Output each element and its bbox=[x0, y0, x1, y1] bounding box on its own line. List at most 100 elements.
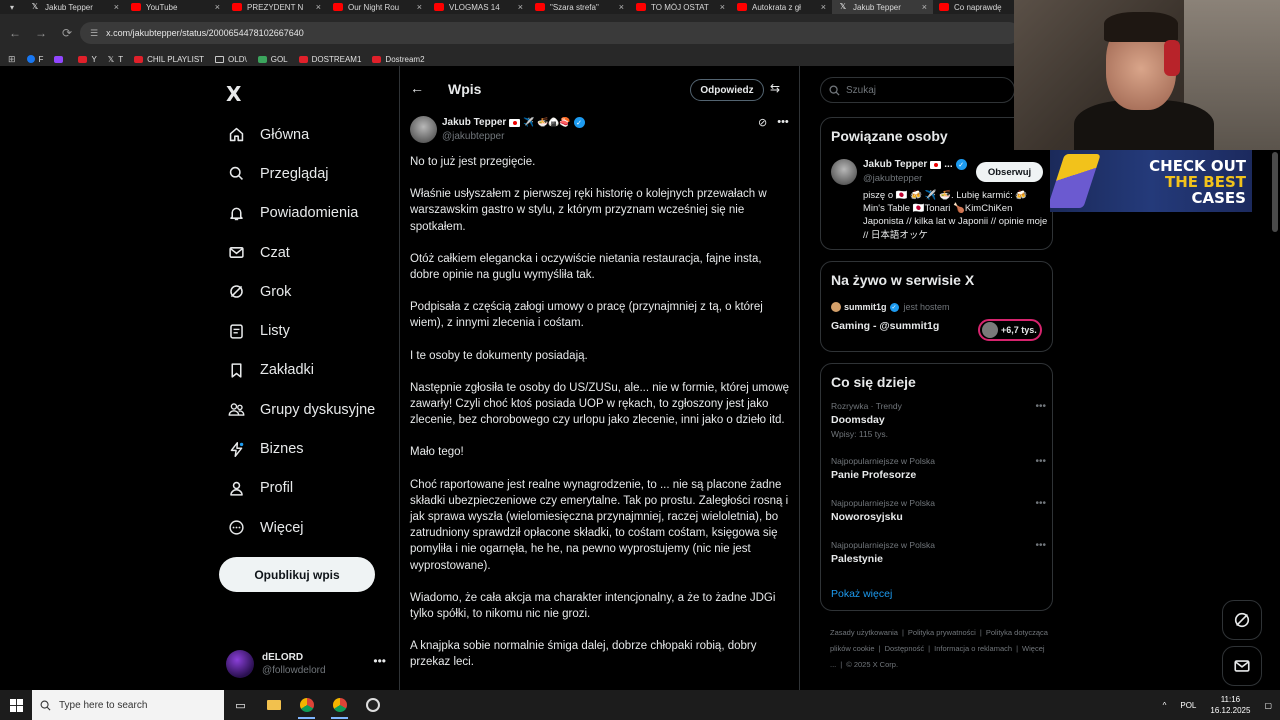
nav-item-11[interactable]: Więcej bbox=[220, 508, 395, 547]
nav-item-2[interactable]: Przeglądaj bbox=[220, 154, 395, 193]
apps-grid-icon[interactable]: ⊞ bbox=[8, 54, 16, 65]
more-dots-icon[interactable]: ••• bbox=[1035, 456, 1046, 467]
bookmark-item[interactable]: GOL bbox=[257, 55, 288, 64]
tab-close-icon[interactable]: × bbox=[518, 2, 523, 12]
more-dots-icon[interactable]: ••• bbox=[373, 654, 386, 668]
footer-link[interactable]: Zasady użytkowania bbox=[830, 628, 898, 637]
more-dots-icon[interactable]: ••• bbox=[1035, 540, 1046, 551]
tab-close-icon[interactable]: × bbox=[619, 2, 624, 12]
forward-arrow-icon[interactable]: → bbox=[30, 26, 52, 40]
publish-post-button[interactable]: Opublikuj wpis bbox=[219, 557, 375, 592]
notifications-icon[interactable]: ▢ bbox=[1264, 701, 1272, 710]
bookmark-label: Y bbox=[91, 54, 97, 64]
live-listeners-pill[interactable]: +6,7 tys. bbox=[978, 319, 1042, 341]
back-arrow-icon[interactable]: ← bbox=[410, 80, 424, 96]
bookmark-favicon-icon bbox=[54, 55, 64, 63]
nav-item-10[interactable]: Profil bbox=[220, 469, 395, 508]
promo-banner[interactable]: CHECK OUT THE BEST CASES bbox=[1050, 150, 1252, 212]
follow-button[interactable]: Obserwuj bbox=[976, 162, 1043, 182]
page-scrollbar[interactable] bbox=[1272, 152, 1278, 232]
tab-close-icon[interactable]: × bbox=[922, 2, 927, 12]
trend-item[interactable]: Rozrywka · Trendy Doomsday Wpisy: 115 tys.… bbox=[831, 401, 1046, 439]
tab-close-icon[interactable]: × bbox=[720, 2, 725, 12]
browser-tab[interactable]: 𝕏 Jakub Tepper × bbox=[24, 0, 125, 14]
tray-chevron-icon[interactable]: ^ bbox=[1163, 701, 1167, 710]
live-host-row[interactable]: summit1g ✓ jest hostem bbox=[831, 302, 950, 312]
browser-tab[interactable]: "Szara strefa" × bbox=[529, 0, 630, 14]
messages-button[interactable] bbox=[1222, 646, 1262, 686]
back-arrow-icon[interactable]: ← bbox=[4, 26, 26, 40]
reload-icon[interactable]: ⟳ bbox=[56, 26, 78, 40]
more-dots-icon[interactable]: ••• bbox=[1035, 498, 1046, 509]
task-view-icon[interactable]: ▭ bbox=[224, 690, 257, 720]
nav-item-4[interactable]: Czat bbox=[220, 233, 395, 272]
system-clock[interactable]: 11:16 16.12.2025 bbox=[1210, 694, 1250, 716]
tab-close-icon[interactable]: × bbox=[215, 2, 220, 12]
chrome-profile-icon[interactable] bbox=[290, 690, 323, 720]
windows-start-icon[interactable] bbox=[0, 698, 32, 712]
nav-item-6[interactable]: Listy bbox=[220, 311, 395, 350]
nav-item-9[interactable]: Biznes bbox=[220, 429, 395, 468]
footer-link[interactable]: Informacja o reklamach bbox=[934, 644, 1012, 653]
footer-link[interactable]: Dostępność bbox=[885, 644, 925, 653]
search-input[interactable]: Szukaj bbox=[820, 77, 1015, 103]
x-logo-icon[interactable]: X bbox=[226, 82, 241, 106]
obs-icon[interactable] bbox=[356, 690, 389, 720]
browser-tab[interactable]: Our Night Rou × bbox=[327, 0, 428, 14]
nav-item-8[interactable]: Grupy dyskusyjne bbox=[220, 390, 395, 429]
nav-item-1[interactable]: Główna bbox=[220, 115, 395, 154]
browser-tab[interactable]: VLOGMAS 14 × bbox=[428, 0, 529, 14]
bookmark-item[interactable]: 𝕏T bbox=[108, 55, 123, 64]
input-language[interactable]: POL bbox=[1180, 701, 1196, 710]
more-dots-icon[interactable]: ••• bbox=[777, 116, 789, 129]
related-name-row[interactable]: Jakub Tepper ... ✓ bbox=[863, 159, 967, 170]
footer-link[interactable]: Polityka prywatności bbox=[908, 628, 976, 637]
bookmark-item[interactable]: Y bbox=[78, 54, 97, 64]
browser-tab[interactable]: YouTube × bbox=[125, 0, 226, 14]
browser-tab[interactable]: TO MÓJ OSTAT × bbox=[630, 0, 731, 14]
site-settings-icon[interactable]: ☰ bbox=[90, 28, 98, 39]
chrome-icon[interactable] bbox=[323, 690, 356, 720]
bookmark-item[interactable]: F bbox=[26, 55, 43, 64]
nav-item-label: Główna bbox=[260, 126, 310, 143]
trend-item[interactable]: Najpopularniejsze w Polska Panie Profesor… bbox=[831, 456, 1046, 481]
grok-explain-icon[interactable]: ⊘ bbox=[758, 116, 767, 129]
more-dots-icon[interactable]: ••• bbox=[1035, 401, 1046, 412]
bookmark-item[interactable]: Dostream2 bbox=[372, 54, 425, 64]
trend-item[interactable]: Najpopularniejsze w Polska Palestynie ••• bbox=[831, 540, 1046, 565]
nav-item-7[interactable]: Zakładki bbox=[220, 351, 395, 390]
live-broadcast-title[interactable]: Gaming - @summit1g bbox=[831, 320, 939, 332]
trend-name: Palestynie bbox=[831, 553, 883, 565]
grok-button[interactable] bbox=[1222, 600, 1262, 640]
bookmark-item[interactable]: OLD\ bbox=[215, 55, 247, 64]
bookmark-item[interactable]: DOSTREAM1 bbox=[298, 55, 361, 64]
nav-item-5[interactable]: Grok bbox=[220, 272, 395, 311]
tab-close-icon[interactable]: × bbox=[821, 2, 826, 12]
author-handle[interactable]: @jakubtepper bbox=[442, 131, 504, 142]
tab-close-icon[interactable]: × bbox=[114, 2, 119, 12]
reply-button[interactable]: Odpowiedz bbox=[690, 79, 764, 101]
browser-tab[interactable]: PREZYDENT N × bbox=[226, 0, 327, 14]
tab-close-icon[interactable]: × bbox=[316, 2, 321, 12]
account-switcher[interactable]: dELORD @followdelord ••• bbox=[226, 646, 386, 682]
browser-tab[interactable]: Autokrata z gł × bbox=[731, 0, 832, 14]
nav-item-3[interactable]: Powiadomienia bbox=[220, 194, 395, 233]
footer-link[interactable]: © 2025 X Corp. bbox=[846, 660, 898, 669]
avatar[interactable] bbox=[831, 159, 857, 185]
trend-item[interactable]: Najpopularniejsze w Polska Noworosyjsku ••… bbox=[831, 498, 1046, 523]
tab-search-icon[interactable]: ▾ bbox=[0, 0, 24, 14]
author-avatar[interactable] bbox=[410, 116, 437, 143]
taskbar-search-input[interactable]: Type here to search bbox=[32, 690, 224, 720]
browser-tab[interactable]: 𝕏 Jakub Tepper × bbox=[832, 0, 933, 14]
lightning-icon bbox=[230, 441, 244, 457]
bookmark-icon bbox=[231, 363, 242, 378]
file-explorer-icon[interactable] bbox=[257, 690, 290, 720]
bookmark-item[interactable] bbox=[54, 55, 67, 63]
bookmark-label: Dostream2 bbox=[385, 54, 425, 64]
filter-settings-icon[interactable]: ⇆ bbox=[770, 81, 780, 95]
bookmark-item[interactable]: CHIL PLAYLIST bbox=[134, 55, 204, 64]
show-more-link[interactable]: Pokaż więcej bbox=[831, 588, 892, 600]
tab-close-icon[interactable]: × bbox=[417, 2, 422, 12]
address-bar[interactable]: ☰ x.com/jakubtepper/status/2000654478102… bbox=[80, 22, 1020, 44]
author-name-row[interactable]: Jakub Tepper ✈️ 🍜🍙🍣 ✓ bbox=[442, 117, 585, 128]
